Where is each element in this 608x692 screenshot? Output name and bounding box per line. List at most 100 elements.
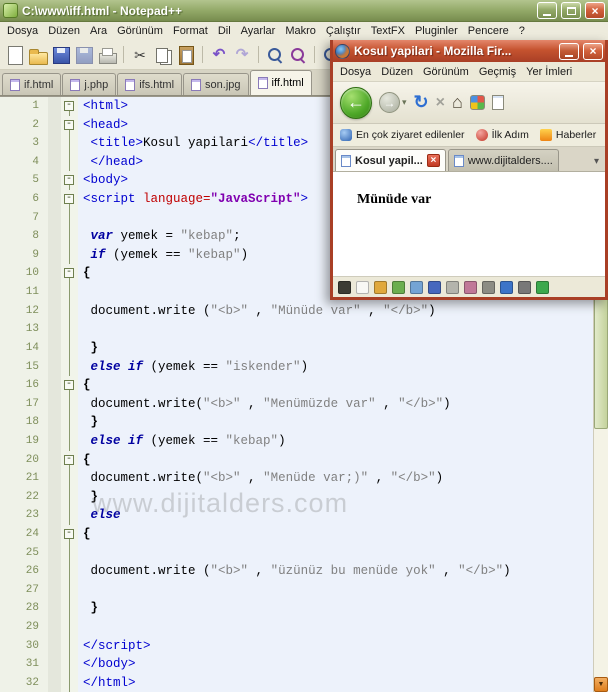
bookmarks-grid-icon[interactable] bbox=[469, 95, 485, 110]
find-icon[interactable] bbox=[265, 45, 285, 65]
fold-margin[interactable] bbox=[61, 301, 78, 321]
notepad-titlebar[interactable]: C:\www\iff.html - Notepad++ × bbox=[0, 0, 608, 22]
open-folder-icon[interactable] bbox=[28, 45, 48, 65]
fold-margin[interactable] bbox=[61, 283, 78, 302]
np-tab[interactable]: son.jpg bbox=[183, 73, 249, 95]
fold-margin[interactable]: - bbox=[61, 115, 78, 135]
code-line[interactable]: 29 bbox=[0, 618, 593, 637]
code-line[interactable]: 24 -{ bbox=[0, 525, 593, 544]
fold-margin[interactable] bbox=[61, 320, 78, 339]
fold-margin[interactable] bbox=[61, 134, 78, 153]
fold-margin[interactable]: - bbox=[61, 376, 78, 395]
back-button[interactable]: ← bbox=[340, 86, 372, 119]
fold-margin[interactable] bbox=[61, 618, 78, 637]
np-tab[interactable]: iff.html bbox=[249, 70, 312, 95]
code-line[interactable]: 28 } bbox=[0, 599, 593, 619]
code-line[interactable]: 26 document.write ("<b>" , "üzünüz bu me… bbox=[0, 562, 593, 581]
code-line[interactable]: 30 </script> bbox=[0, 636, 593, 656]
ff-close-button[interactable]: × bbox=[583, 42, 603, 60]
code-line[interactable]: 18 } bbox=[0, 413, 593, 432]
fold-margin[interactable] bbox=[61, 543, 78, 563]
fold-margin[interactable]: - bbox=[61, 525, 78, 544]
save-all-icon[interactable] bbox=[74, 45, 94, 65]
fold-margin[interactable] bbox=[61, 208, 78, 228]
fold-margin[interactable] bbox=[61, 636, 78, 656]
ff-menu-item[interactable]: Dosya bbox=[335, 65, 376, 79]
refresh-button[interactable]: ↻ bbox=[414, 92, 429, 113]
info-icon[interactable] bbox=[536, 280, 549, 294]
np-menu-item[interactable]: Pluginler bbox=[410, 24, 463, 38]
code-line[interactable]: 31 </body> bbox=[0, 655, 593, 674]
fold-margin[interactable] bbox=[61, 431, 78, 451]
fold-box[interactable]: - bbox=[64, 175, 74, 186]
np-menu-item[interactable]: Ara bbox=[85, 24, 112, 38]
np-tab[interactable]: if.html bbox=[2, 73, 62, 95]
fold-box[interactable]: - bbox=[64, 529, 74, 540]
ff-menu-item[interactable]: Geçmiş bbox=[474, 65, 521, 79]
np-menu-item[interactable]: Görünüm bbox=[112, 24, 168, 38]
paste-icon[interactable] bbox=[176, 45, 196, 65]
ff-tab[interactable]: Kosul yapil... × bbox=[335, 149, 446, 171]
fold-margin[interactable] bbox=[61, 673, 78, 692]
fold-box[interactable]: - bbox=[64, 119, 74, 130]
tab-close-button[interactable]: × bbox=[426, 154, 440, 167]
code-line[interactable]: 25 bbox=[0, 543, 593, 563]
ff-menu-item[interactable]: Yer İmleri bbox=[521, 65, 577, 79]
code-line[interactable]: 16 -{ bbox=[0, 376, 593, 395]
code-line[interactable]: 15 else if (yemek == "iskender") bbox=[0, 357, 593, 377]
np-menu-item[interactable]: Çalıştır bbox=[321, 24, 366, 38]
print-icon[interactable] bbox=[97, 45, 117, 65]
np-menu-item[interactable]: Format bbox=[168, 24, 213, 38]
replace-icon[interactable] bbox=[288, 45, 308, 65]
print-icon[interactable] bbox=[446, 280, 459, 294]
ff-tab[interactable]: www.dijitalders.... bbox=[447, 149, 559, 171]
redo-icon[interactable] bbox=[232, 45, 252, 65]
np-menu-item[interactable]: Ayarlar bbox=[236, 24, 281, 38]
tab-list-dropdown-icon[interactable]: ▾ bbox=[594, 156, 603, 171]
code-line[interactable]: 32 </html> bbox=[0, 673, 593, 692]
code-line[interactable]: 19 else if (yemek == "kebap") bbox=[0, 431, 593, 451]
undo-icon[interactable] bbox=[209, 45, 229, 65]
fold-box[interactable]: - bbox=[64, 380, 74, 391]
bookmark-item[interactable]: Haberler bbox=[539, 129, 596, 141]
fold-margin[interactable] bbox=[61, 506, 78, 526]
images-icon[interactable] bbox=[410, 280, 423, 294]
fold-margin[interactable]: - bbox=[61, 97, 78, 116]
np-menu-item[interactable]: Makro bbox=[280, 24, 321, 38]
firefox-titlebar[interactable]: Kosul yapilari - Mozilla Fir... × bbox=[333, 40, 605, 62]
code-line[interactable]: 13 bbox=[0, 320, 593, 339]
bookmark-item[interactable]: En çok ziyaret edilenler bbox=[340, 129, 465, 141]
np-close-button[interactable]: × bbox=[585, 2, 605, 19]
code-line[interactable]: 12 document.write ("<b>" , "Münüde var" … bbox=[0, 301, 593, 321]
save-icon[interactable] bbox=[51, 45, 71, 65]
np-tab[interactable]: j.php bbox=[62, 73, 117, 95]
nav-dropdown-icon[interactable]: ▾ bbox=[402, 97, 407, 108]
cut-icon[interactable] bbox=[130, 45, 150, 65]
fold-box[interactable]: - bbox=[64, 101, 74, 111]
fold-margin[interactable] bbox=[61, 413, 78, 432]
np-tab[interactable]: ifs.html bbox=[117, 73, 183, 95]
np-menu-item[interactable]: ? bbox=[514, 24, 530, 38]
palette-icon[interactable] bbox=[464, 280, 477, 294]
chart-icon[interactable] bbox=[500, 280, 513, 294]
copy-icon[interactable] bbox=[153, 45, 173, 65]
fold-margin[interactable] bbox=[61, 394, 78, 414]
ff-menu-item[interactable]: Düzen bbox=[376, 65, 418, 79]
scroll-down-icon[interactable]: ▼ bbox=[594, 677, 608, 692]
fold-margin[interactable]: - bbox=[61, 190, 78, 209]
code-line[interactable]: 27 bbox=[0, 580, 593, 600]
fold-box[interactable]: - bbox=[64, 268, 74, 279]
fold-margin[interactable] bbox=[61, 469, 78, 488]
code-line[interactable]: 20 -{ bbox=[0, 450, 593, 470]
fold-margin[interactable] bbox=[61, 245, 78, 265]
fold-margin[interactable] bbox=[61, 227, 78, 246]
ruler-icon[interactable] bbox=[482, 280, 495, 294]
ff-minimize-button[interactable] bbox=[559, 42, 579, 60]
fold-box[interactable]: - bbox=[64, 454, 74, 465]
np-maximize-button[interactable] bbox=[561, 2, 581, 19]
new-file-icon[interactable] bbox=[5, 45, 25, 65]
ff-menu-item[interactable]: Görünüm bbox=[418, 65, 474, 79]
home-button[interactable]: ⌂ bbox=[452, 92, 463, 113]
np-minimize-button[interactable] bbox=[537, 2, 557, 19]
inspector-bug-icon[interactable] bbox=[338, 280, 351, 294]
